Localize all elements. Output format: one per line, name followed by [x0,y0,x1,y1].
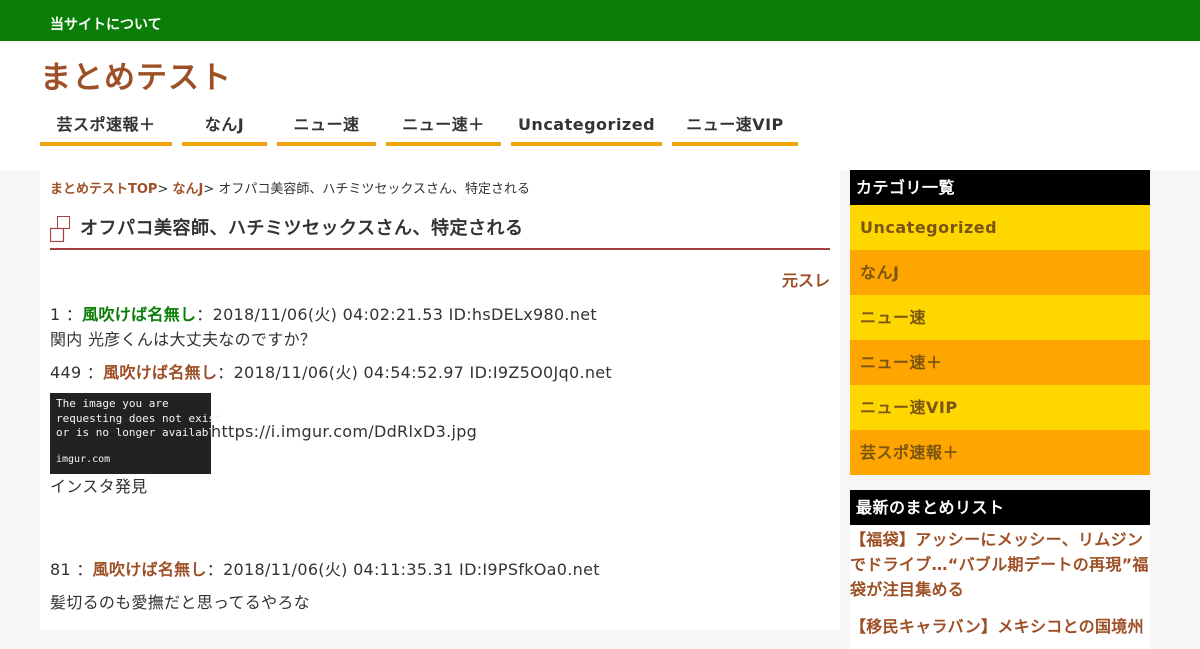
recent-item[interactable]: 【移民キャラバン】メキシコとの国境州 [850,612,1150,649]
nav-item-newsoku-plus[interactable]: ニュー速＋ [386,111,501,146]
about-site-link[interactable]: 当サイトについて [50,16,162,34]
response-meta: ：2018/11/06(火) 04:11:35.31 ID:I9PSfkOa0.… [206,560,600,579]
widget-spacer [850,475,1150,490]
imgur-message: The image you are requesting does not ex… [56,397,229,439]
response-separator: ： [76,560,93,579]
response-author: 風吹けば名無し [82,305,197,324]
category-item-nanj[interactable]: なんJ [850,250,1150,295]
source-thread-link[interactable]: 元スレ [782,270,830,292]
imgur-footer: imgur.com [56,454,111,465]
site-title[interactable]: まとめテスト [40,58,232,98]
category-list: Uncategorized なんJ ニュー速 ニュー速＋ ニュー速VIP 芸スポ… [850,205,1150,475]
response-author: 風吹けば名無し [103,363,218,382]
nav-item-uncategorized[interactable]: Uncategorized [511,111,662,146]
response-body: インスタ発見 [50,477,148,496]
category-item-uncategorized[interactable]: Uncategorized [850,205,1150,250]
response-body: 髪切るのも愛撫だと思ってるやろな [50,593,311,612]
category-item-newsoku-vip[interactable]: ニュー速VIP [850,385,1150,430]
response-number: 81 [50,560,71,579]
nav-item-newsoku-vip[interactable]: ニュー速VIP [672,111,798,146]
response-meta: ：2018/11/06(火) 04:54:52.97 ID:I9Z5O0Jq0.… [217,363,612,382]
category-item-newsoku-plus[interactable]: ニュー速＋ [850,340,1150,385]
top-bar: 当サイトについて [0,0,1200,41]
response-author: 風吹けば名無し [92,560,207,579]
site-header: まとめテスト 芸スポ速報＋ なんJ ニュー速 ニュー速＋ Uncategoriz… [0,41,1200,170]
squares-icon [50,216,70,242]
response-separator: ： [65,305,83,324]
categories-heading: カテゴリ一覧 [850,170,1150,205]
category-item-geispo[interactable]: 芸スポ速報＋ [850,430,1150,475]
global-nav: 芸スポ速報＋ なんJ ニュー速 ニュー速＋ Uncategorized ニュー速… [40,111,798,146]
breadcrumb-separator: > [203,182,215,197]
response-separator: ： [86,363,104,382]
nav-item-geispo[interactable]: 芸スポ速報＋ [40,111,172,146]
post-title-block: オフパコ美容師、ハチミツセックスさん、特定される [50,214,830,250]
recent-list: 【福袋】アッシーにメッシー、リムジンでドライブ…“バブル期デートの再現”福袋が注… [850,525,1150,649]
response-number: 1 [50,305,61,324]
main-content: まとめテストTOP> なんJ> オフパコ美容師、ハチミツセックスさん、特定される… [40,170,840,630]
sidebar: カテゴリ一覧 Uncategorized なんJ ニュー速 ニュー速＋ ニュー速… [850,170,1150,649]
breadcrumb-category-link[interactable]: なんJ [173,182,204,197]
recent-list-heading: 最新のまとめリスト [850,490,1150,525]
nav-item-nanj[interactable]: なんJ [182,111,267,146]
breadcrumb-separator: > [157,182,169,197]
breadcrumb: まとめテストTOP> なんJ> オフパコ美容師、ハチミツセックスさん、特定される [50,182,530,198]
response-meta: ：2018/11/06(火) 04:02:21.53 ID:hsDELx980.… [196,305,597,324]
response-header: 1 ：風吹けば名無し：2018/11/06(火) 04:02:21.53 ID:… [50,305,597,325]
response-number: 449 [50,363,82,382]
category-item-newsoku[interactable]: ニュー速 [850,295,1150,340]
imgur-placeholder-image[interactable]: The image you are requesting does not ex… [50,393,228,474]
image-url-link[interactable]: https://i.imgur.com/DdRlxD3.jpg [211,422,477,442]
response-header: 449 ：風吹けば名無し：2018/11/06(火) 04:54:52.97 I… [50,363,612,383]
response-body: 関内 光彦くんは大丈夫なのですか？ [50,330,317,349]
breadcrumb-current: オフパコ美容師、ハチミツセックスさん、特定される [218,182,531,197]
post-title: オフパコ美容師、ハチミツセックスさん、特定される [80,218,524,239]
response-header: 81 ：風吹けば名無し：2018/11/06(火) 04:11:35.31 ID… [50,560,600,580]
recent-item[interactable]: 【福袋】アッシーにメッシー、リムジンでドライブ…“バブル期デートの再現”福袋が注… [850,525,1150,612]
nav-item-newsoku[interactable]: ニュー速 [277,111,376,146]
breadcrumb-home-link[interactable]: まとめテストTOP [50,182,157,197]
